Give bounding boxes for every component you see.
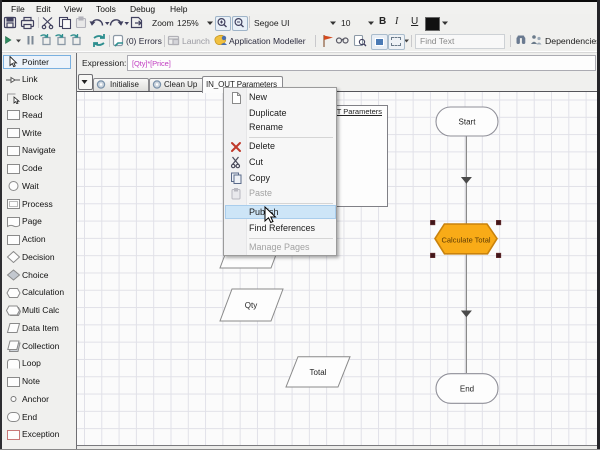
svg-text:End: End bbox=[460, 385, 474, 394]
svg-text:Total: Total bbox=[310, 368, 327, 377]
svg-text:Qty: Qty bbox=[245, 301, 257, 310]
svg-text:Start: Start bbox=[459, 118, 477, 127]
svg-text:Calculate Total: Calculate Total bbox=[441, 236, 490, 245]
